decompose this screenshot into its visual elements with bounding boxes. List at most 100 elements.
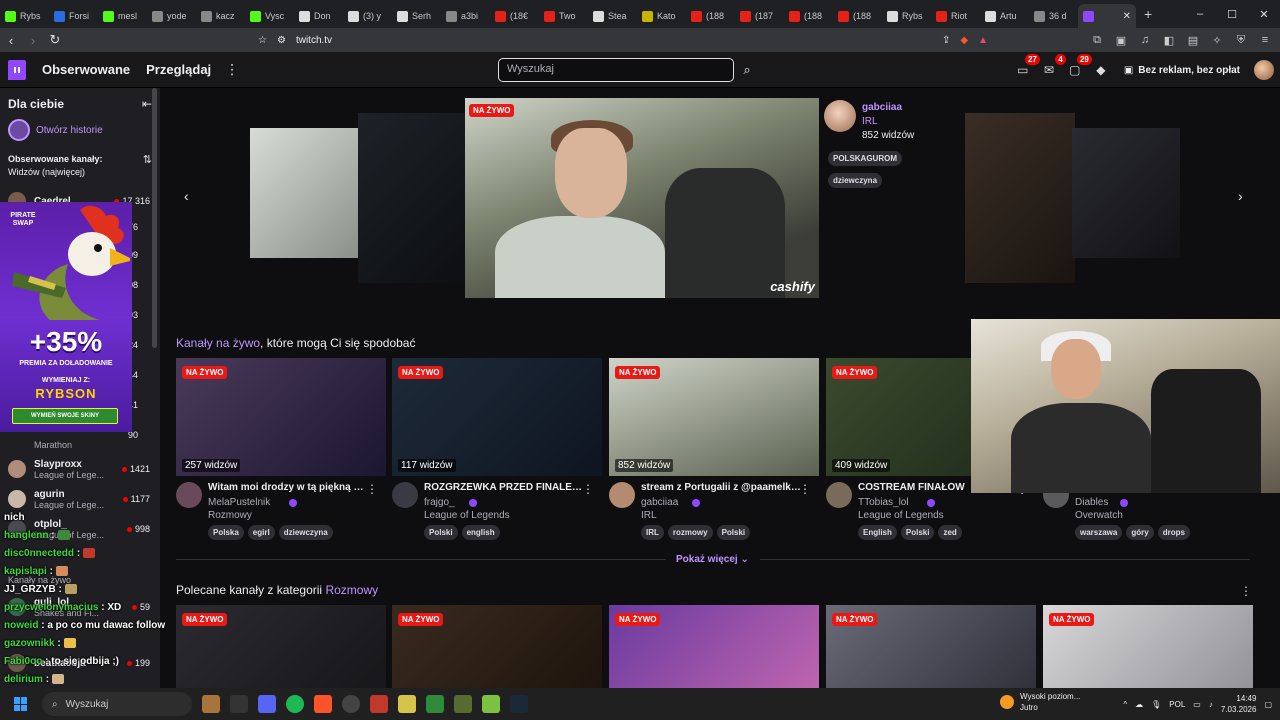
back-button[interactable]: ‹ [0, 33, 22, 48]
close-window-button[interactable]: ✕ [1248, 8, 1280, 21]
stream-card[interactable]: NA ŻYWO 117 widzów ROZGRZEWKA PRZED FINALE… [392, 358, 602, 540]
browser-tab[interactable]: Stea [588, 4, 637, 28]
section-category-link[interactable]: Rozmowy [325, 583, 378, 597]
mic-icon[interactable]: 🎙 [1151, 700, 1161, 709]
ad-cta-button[interactable]: WYMIEŃ SWOJE SKINY [12, 408, 118, 424]
stream-card[interactable]: NA ŻYWO [826, 605, 1036, 688]
carousel-next-icon[interactable]: › [1238, 188, 1243, 204]
ad-overlay[interactable]: PIRATE SWAP +35% PREMIA ZA DOŁADOWANIE W… [0, 202, 132, 432]
close-tab-icon[interactable]: ✕ [1123, 11, 1131, 22]
browser-tab[interactable]: (188 [833, 4, 882, 28]
clock[interactable]: 14:49 7.03.2026 [1221, 693, 1257, 715]
user-avatar[interactable] [1254, 60, 1274, 80]
taskbar-app-icon[interactable] [202, 695, 220, 713]
sort-icon[interactable]: ⇅ [143, 153, 152, 179]
stream-thumbnail[interactable]: NA ŻYWO [392, 605, 602, 688]
stream-card[interactable]: NA ŻYWO [176, 605, 386, 688]
category-link[interactable]: Rozmowy [208, 510, 252, 521]
forward-button[interactable]: › [22, 33, 44, 48]
browser-tab[interactable]: Vysc [245, 4, 294, 28]
stream-thumbnail[interactable]: NA ŻYWO [1043, 605, 1253, 688]
tag[interactable]: Polska [208, 525, 244, 540]
channel-avatar[interactable] [826, 482, 852, 508]
browser-tab[interactable]: Forsi [49, 4, 98, 28]
tag[interactable]: rozmowy [667, 525, 713, 540]
stream-thumbnail[interactable]: NA ŻYWO 257 widzów [176, 358, 386, 476]
maximize-button[interactable]: ☐ [1216, 8, 1248, 21]
minimize-button[interactable]: – [1184, 8, 1216, 20]
stream-thumbnail[interactable]: NA ŻYWO [609, 605, 819, 688]
sidebar-channel[interactable]: Slayproxx League of Lege... 1421 [0, 456, 150, 482]
carousel-side-stream[interactable] [358, 113, 468, 283]
browser-tab[interactable]: yode [147, 4, 196, 28]
notifications-center-icon[interactable]: ▢ [1264, 700, 1272, 709]
card-more-icon[interactable]: ⋮ [799, 482, 811, 496]
channel-avatar[interactable] [609, 482, 635, 508]
tag[interactable]: egirl [247, 525, 275, 540]
url-field[interactable]: ☆ ⚙ twitch.tv ⇪ ◆ ▲ [258, 30, 988, 50]
stream-thumbnail[interactable]: NA ŻYWO [176, 605, 386, 688]
section-more-icon[interactable]: ⋮ [1240, 584, 1252, 598]
stream-title[interactable]: stream z Portugalii z @paamelka ... [641, 482, 801, 493]
taskbar-app-icon[interactable] [230, 695, 248, 713]
menu-icon[interactable]: ≡ [1256, 34, 1274, 47]
brave-icon[interactable] [314, 695, 332, 713]
notifications-icon[interactable]: ▢ 29 [1066, 54, 1092, 79]
lang-indicator[interactable]: POL [1169, 700, 1185, 709]
tag[interactable]: dziewczyna [278, 525, 333, 540]
minecraft-icon[interactable] [454, 695, 472, 713]
brave-shield-icon[interactable]: ◆ [960, 35, 968, 46]
nav-following[interactable]: Obserwowane [42, 62, 130, 77]
new-tab-button[interactable]: + [1136, 6, 1160, 22]
windows-start-icon[interactable] [14, 697, 28, 711]
network-icon[interactable]: ☁ [1135, 700, 1143, 709]
browser-tab[interactable]: mesl [98, 4, 147, 28]
section-heading-highlight[interactable]: Kanały na żywo [176, 336, 260, 350]
tag[interactable]: Polski [900, 525, 935, 540]
stories-button[interactable]: Otwórz historie [0, 111, 160, 149]
tag[interactable]: góry [1126, 525, 1154, 540]
stream-thumbnail[interactable]: NA ŻYWO 852 widzów [609, 358, 819, 476]
browser-tab[interactable]: ✕ [1078, 4, 1136, 28]
stream-title[interactable]: Witam moi drodzy w tą piękną sob... [208, 482, 368, 493]
browser-tab[interactable]: Rybs [882, 4, 931, 28]
stream-card[interactable]: NA ŻYWO [392, 605, 602, 688]
channel-avatar[interactable] [392, 482, 418, 508]
turbo-button[interactable]: ▣ Bez reklam, bez opłat [1124, 65, 1240, 76]
steam-icon[interactable] [510, 695, 528, 713]
taskbar-search[interactable]: ⌕ Wyszukaj [42, 692, 192, 716]
bits-icon[interactable]: ◆ [1092, 61, 1110, 79]
browser-tab[interactable]: (188 [784, 4, 833, 28]
vpn-icon[interactable]: ⛨ [1232, 34, 1250, 47]
taskbar-app-icon[interactable] [342, 695, 360, 713]
tag[interactable]: English [858, 525, 897, 540]
sidebar-scrollbar[interactable] [152, 88, 157, 348]
featured-stream-player[interactable]: NA ŻYWO cashify [465, 98, 819, 298]
browser-tab[interactable]: (3) y [343, 4, 392, 28]
featured-channel-avatar[interactable] [824, 100, 856, 132]
brave-rewards-icon[interactable]: ▲ [978, 35, 988, 46]
channel-name[interactable]: frajgo_ [424, 497, 455, 508]
tag[interactable]: IRL [641, 525, 664, 540]
tag[interactable]: zed [938, 525, 962, 540]
channel-name[interactable]: Diables [1075, 497, 1108, 508]
featured-category[interactable]: IRL [862, 116, 878, 127]
spotify-icon[interactable] [286, 695, 304, 713]
category-link[interactable]: League of Legends [424, 510, 510, 521]
taskbar-app-icon[interactable] [482, 695, 500, 713]
display-icon[interactable]: ▭ [1193, 700, 1201, 709]
twitch-logo-icon[interactable] [8, 59, 26, 80]
stream-title[interactable]: ROZGRZEWKA PRZED FINALEM 1... [424, 482, 584, 493]
taskbar-app-icon[interactable] [398, 695, 416, 713]
channel-avatar[interactable] [176, 482, 202, 508]
tag[interactable]: drops [1157, 525, 1190, 540]
carousel-side-stream[interactable] [965, 113, 1075, 283]
more-menu-icon[interactable]: ⋮ [225, 61, 239, 78]
search-icon[interactable]: ⌕ [735, 58, 759, 82]
category-link[interactable]: Overwatch [1075, 510, 1123, 521]
card-more-icon[interactable]: ⋮ [366, 482, 378, 496]
browser-tab[interactable]: a3bi [441, 4, 490, 28]
browser-tab[interactable]: Rybs [0, 4, 49, 28]
tag[interactable]: dziewczyna [828, 173, 883, 188]
carousel-prev-icon[interactable]: ‹ [184, 188, 189, 204]
